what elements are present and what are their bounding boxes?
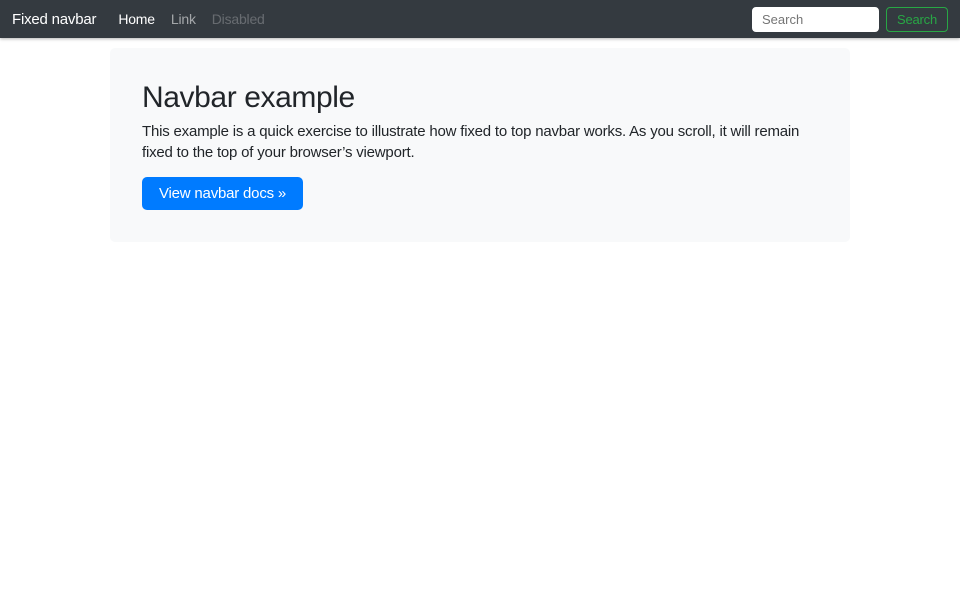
page-description: This example is a quick exercise to illu… — [142, 121, 818, 163]
search-input[interactable] — [752, 7, 879, 32]
search-form: Search — [752, 7, 948, 32]
search-button[interactable]: Search — [886, 7, 948, 32]
nav-item-home[interactable]: Home — [110, 11, 163, 27]
top-navbar: Fixed navbar Home Link Disabled Search — [0, 0, 960, 38]
jumbotron-panel: Navbar example This example is a quick e… — [110, 48, 850, 242]
navbar-brand[interactable]: Fixed navbar — [12, 11, 96, 28]
navbar-nav: Home Link Disabled — [110, 11, 272, 27]
page-title: Navbar example — [142, 80, 818, 116]
nav-item-link[interactable]: Link — [163, 11, 204, 27]
view-navbar-docs-button[interactable]: View navbar docs » — [142, 177, 303, 210]
nav-item-disabled: Disabled — [204, 11, 273, 27]
